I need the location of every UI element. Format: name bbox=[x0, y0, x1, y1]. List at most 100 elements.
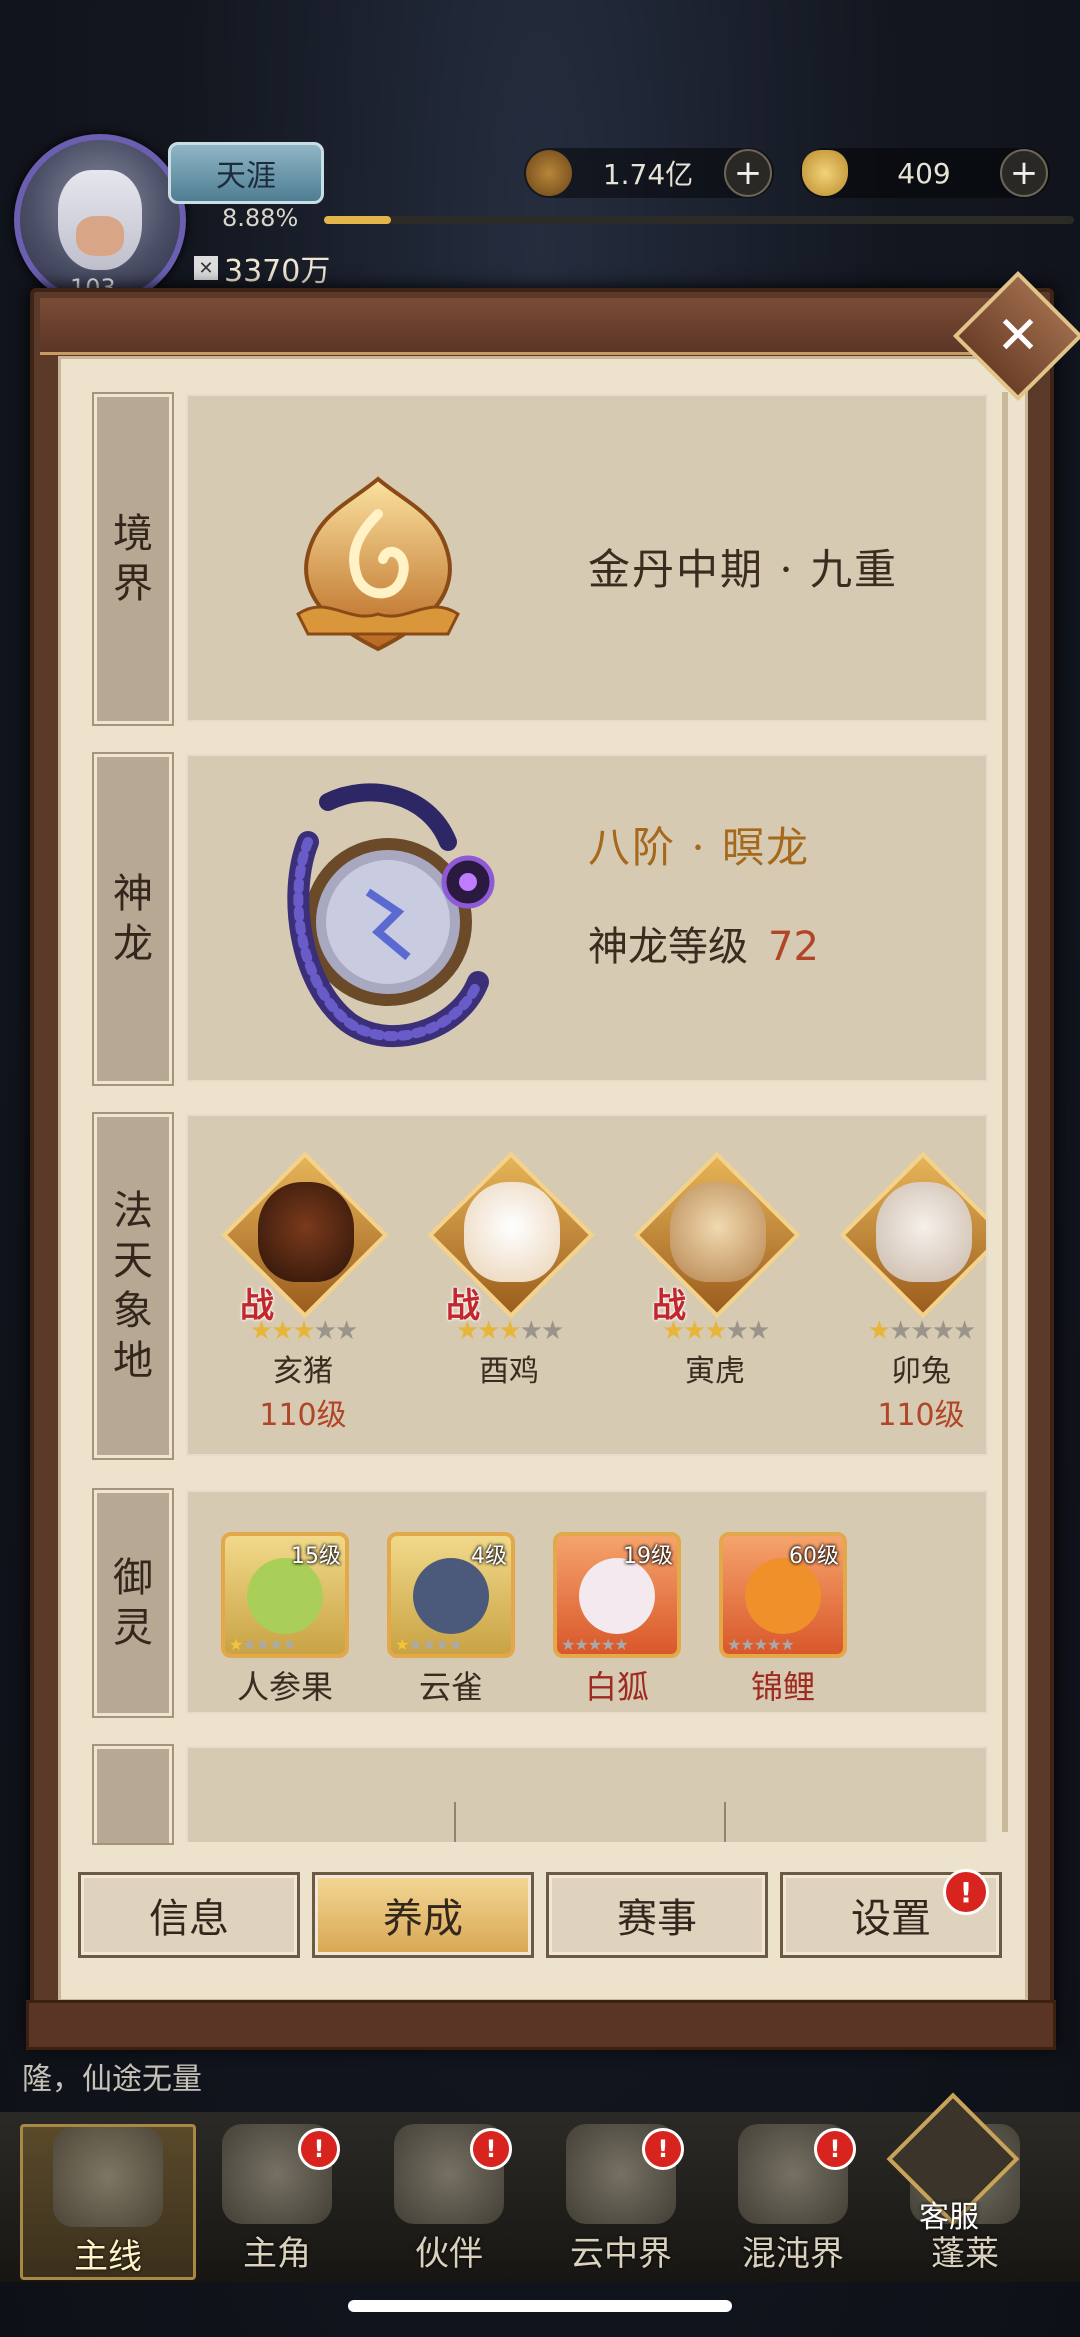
spirit-level: 4级 bbox=[471, 1544, 507, 1569]
beast-icon bbox=[464, 1182, 560, 1282]
spirit-portrait: 15级 ★★★★★ bbox=[221, 1532, 349, 1658]
nav-main-quest-icon bbox=[53, 2127, 163, 2227]
ingot-value: 409 bbox=[897, 156, 951, 190]
notification-badge: ! bbox=[298, 2128, 340, 2170]
tab-events[interactable]: 赛事 bbox=[546, 1872, 768, 1958]
customer-service-button[interactable]: 客服 bbox=[886, 2092, 1020, 2235]
war-tag: 战 bbox=[240, 1286, 274, 1326]
star-rating: ★★★★★ bbox=[229, 1635, 297, 1654]
dragon-icon[interactable] bbox=[268, 782, 518, 1072]
swords-icon: ✕ bbox=[194, 256, 218, 280]
spirit-label-char: 御 bbox=[113, 1555, 153, 1601]
top-hud: 103 天涯 8.88% ✕ 3370万 1.74亿 + 409 + bbox=[0, 120, 1080, 306]
beast-card[interactable]: ★★★★★ 卯兔 110级 bbox=[836, 1151, 986, 1434]
power-display: ✕ 3370万 bbox=[194, 246, 330, 290]
dharma-label: 法 天 象 地 bbox=[92, 1112, 174, 1460]
dragon-section: 神 龙 八阶 · 暝龙 神龙等级 72 bbox=[92, 752, 988, 1086]
add-ingots-button[interactable]: + bbox=[1000, 149, 1048, 197]
spirit-label: 御 灵 bbox=[92, 1488, 174, 1718]
panel-scrollbar[interactable] bbox=[1002, 392, 1008, 1832]
next-section-body bbox=[186, 1746, 988, 1842]
notification-badge: ! bbox=[943, 1869, 989, 1915]
beast-portrait: 战 bbox=[424, 1151, 595, 1326]
beast-card[interactable]: 战 ★★★★★ 酉鸡 bbox=[424, 1151, 595, 1390]
coin-value: 1.74亿 bbox=[602, 158, 694, 191]
dharma-label-char: 地 bbox=[113, 1338, 153, 1384]
realm-label-char: 界 bbox=[113, 561, 153, 607]
exp-bar bbox=[324, 216, 1074, 224]
beast-icon bbox=[876, 1182, 972, 1282]
realm-emblem-icon bbox=[296, 476, 460, 652]
nav-main-quest[interactable]: 主线 bbox=[20, 2124, 196, 2280]
spirit-card[interactable]: 15级 ★★★★★ 人参果 bbox=[210, 1532, 360, 1708]
nav-cloud-realm[interactable]: 云中界! bbox=[536, 2124, 706, 2274]
tab-cultivation[interactable]: 养成 bbox=[312, 1872, 534, 1958]
dharma-label-char: 天 bbox=[113, 1238, 153, 1284]
spirit-card[interactable]: 60级 ★★★★★ 锦鲤 bbox=[708, 1532, 858, 1708]
beast-portrait: 战 bbox=[630, 1151, 801, 1326]
player-name: 天涯 bbox=[168, 142, 324, 204]
dragon-level: 神龙等级 72 bbox=[588, 914, 819, 972]
spirit-portrait: 4级 ★★★★★ bbox=[387, 1532, 515, 1658]
star-rating: ★★★★★ bbox=[727, 1635, 795, 1654]
spirit-portrait: 60级 ★★★★★ bbox=[719, 1532, 847, 1658]
beast-name: 寅虎 bbox=[685, 1354, 745, 1389]
nav-label: 主角 bbox=[243, 2234, 311, 2274]
beast-name: 亥猪 bbox=[273, 1354, 333, 1389]
spirit-body: 15级 ★★★★★ 人参果 4级 ★★★★★ 云雀 19级 ★★★★★ 白狐 60级 ★★★★★ 锦鲤 bbox=[186, 1490, 988, 1714]
dragon-label-char: 神 bbox=[113, 871, 153, 917]
chat-message[interactable]: 隆，仙途无量 bbox=[22, 2054, 202, 2098]
nav-chaos-realm[interactable]: 混沌界! bbox=[708, 2124, 878, 2274]
tab-settings[interactable]: 设置 ! bbox=[780, 1869, 1002, 1958]
spirit-card[interactable]: 19级 ★★★★★ 白狐 bbox=[542, 1532, 692, 1708]
star-rating: ★★★★★ bbox=[867, 1316, 977, 1346]
dragon-label: 神 龙 bbox=[92, 752, 174, 1086]
tab-info[interactable]: 信息 bbox=[78, 1872, 300, 1958]
close-icon: ✕ bbox=[996, 306, 1040, 366]
dragon-title: 八阶 · 暝龙 bbox=[588, 823, 811, 872]
nav-partner[interactable]: 伙伴! bbox=[364, 2124, 534, 2274]
beast-level: 110级 bbox=[877, 1398, 965, 1433]
coin-icon bbox=[526, 150, 572, 196]
dragon-body: 八阶 · 暝龙 神龙等级 72 bbox=[186, 754, 988, 1082]
dharma-label-char: 象 bbox=[113, 1288, 153, 1334]
spirit-name: 云雀 bbox=[418, 1668, 483, 1706]
spirit-card[interactable]: 4级 ★★★★★ 云雀 bbox=[376, 1532, 526, 1708]
spirit-section: 御 灵 15级 ★★★★★ 人参果 4级 ★★★★★ 云雀 19级 ★★★★★ 白狐 60级 ★★★… bbox=[92, 1488, 988, 1718]
realm-label-char: 境 bbox=[113, 511, 153, 557]
war-tag: 战 bbox=[446, 1286, 480, 1326]
beast-name: 酉鸡 bbox=[479, 1354, 539, 1389]
customer-service-label: 客服 bbox=[919, 2200, 979, 2235]
nav-label: 云中界 bbox=[570, 2234, 672, 2274]
beast-name: 卯兔 bbox=[891, 1354, 951, 1389]
nav-hero[interactable]: 主角! bbox=[192, 2124, 362, 2274]
dragon-level-value: 72 bbox=[768, 924, 819, 970]
dharma-body: 战 ★★★★★ 亥猪 110级 战 ★★★★★ 酉鸡战 ★★★★★ 寅虎 ★★★★★ 卯兔 110级 bbox=[186, 1114, 988, 1456]
tab-label: 赛事 bbox=[617, 1896, 697, 1942]
panel-bottom-edge bbox=[26, 2000, 1056, 2050]
dragon-level-label: 神龙等级 bbox=[588, 924, 748, 970]
tab-label: 设置 bbox=[851, 1896, 931, 1942]
nav-label: 混沌界 bbox=[742, 2234, 844, 2274]
dharma-label-char: 法 bbox=[113, 1188, 153, 1234]
beast-icon bbox=[258, 1182, 354, 1282]
tab-label: 养成 bbox=[383, 1896, 463, 1942]
spirit-name: 人参果 bbox=[236, 1668, 333, 1706]
star-rating: ★★★★★ bbox=[395, 1635, 463, 1654]
add-coins-button[interactable]: + bbox=[724, 149, 772, 197]
power-value: 3370万 bbox=[224, 254, 331, 289]
notification-badge: ! bbox=[814, 2128, 856, 2170]
notification-badge: ! bbox=[470, 2128, 512, 2170]
home-indicator[interactable] bbox=[348, 2300, 732, 2312]
beast-card[interactable]: 战 ★★★★★ 亥猪 110级 bbox=[218, 1151, 389, 1434]
next-section-label bbox=[92, 1744, 174, 1845]
spirit-level: 60级 bbox=[789, 1544, 839, 1569]
coin-counter: 1.74亿 + bbox=[524, 148, 774, 198]
realm-section: 境 界 金丹中期 · 九重 bbox=[92, 392, 988, 726]
spirit-portrait: 19级 ★★★★★ bbox=[553, 1532, 681, 1658]
realm-body: 金丹中期 · 九重 bbox=[186, 394, 988, 722]
beast-card[interactable]: 战 ★★★★★ 寅虎 bbox=[630, 1151, 801, 1390]
beast-portrait bbox=[836, 1151, 986, 1319]
dharma-section: 法 天 象 地 战 ★★★★★ 亥猪 110级 战 ★★★★★ 酉鸡战 ★★★★★ 寅虎 ★★★★… bbox=[92, 1112, 988, 1460]
war-tag: 战 bbox=[652, 1286, 686, 1326]
